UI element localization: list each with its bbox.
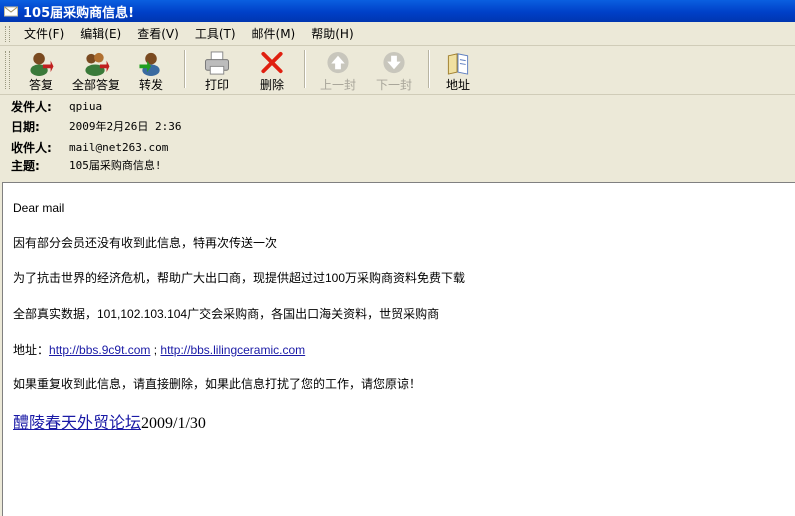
signature-date: 2009/1/30 <box>141 415 206 432</box>
header-date: 日期: 2009年2月26日 2:36 <box>11 118 181 134</box>
from-value[interactable]: qpiua <box>69 100 102 113</box>
delete-button[interactable]: 删除 <box>244 46 300 92</box>
menu-view[interactable]: 查看(V) <box>129 24 187 44</box>
address-line: 地址：http://bbs.9c9t.com ; http://bbs.lili… <box>13 341 305 358</box>
date-label: 日期: <box>11 119 40 134</box>
menu-edit[interactable]: 编辑(E) <box>72 24 129 44</box>
message-headers: 发件人: qpiua 日期: 2009年2月26日 2:36 收件人: mail… <box>0 95 795 180</box>
forward-icon <box>139 52 160 76</box>
envelope-icon <box>3 3 19 19</box>
menu-tools[interactable]: 工具(T) <box>187 24 244 44</box>
menu-bar: 文件(F) 编辑(E) 查看(V) 工具(T) 邮件(M) 帮助(H) <box>0 23 795 46</box>
to-label: 收件人: <box>11 140 52 155</box>
address-label: 地址： <box>13 343 50 357</box>
printer-icon <box>204 51 230 75</box>
previous-button[interactable]: 上一封 <box>310 46 366 92</box>
up-arrow-icon <box>327 51 349 74</box>
reply-icon <box>30 52 54 76</box>
address-book-icon <box>447 53 469 75</box>
date-value: 2009年2月26日 2:36 <box>69 120 182 133</box>
header-subject: 主题: 105届采购商信息! <box>11 157 162 173</box>
paragraph-2: 为了抗击世界的经济危机，帮助广大出口商，现提供超过过100万采购商资料免费下载 <box>13 271 466 285</box>
next-button[interactable]: 下一封 <box>366 46 422 92</box>
signature-link[interactable]: 醴陵春天外贸论坛 <box>13 415 141 432</box>
title-bar[interactable]: 105届采购商信息! <box>0 0 795 22</box>
toolbar-separator <box>304 50 306 88</box>
link-separator: ; <box>150 343 161 357</box>
header-from: 发件人: qpiua <box>11 98 102 114</box>
menu-help[interactable]: 帮助(H) <box>303 24 361 44</box>
toolbar: 答复 全部答复 转发 打印 删除 上一封 下一封 地址 <box>0 46 795 95</box>
subject-label: 主题: <box>11 158 40 173</box>
subject-value: 105届采购商信息! <box>69 159 162 172</box>
to-value[interactable]: mail@net263.com <box>69 141 168 154</box>
addresses-button[interactable]: 地址 <box>434 46 482 92</box>
down-arrow-icon <box>383 51 405 74</box>
signature-line: 醴陵春天外贸论坛2009/1/30 <box>13 409 206 433</box>
header-to: 收件人: mail@net263.com <box>11 139 168 155</box>
forward-button[interactable]: 转发 <box>126 46 176 92</box>
message-body[interactable]: Dear mail 因有部分会员还没有收到此信息，特再次传送一次 为了抗击世界的… <box>2 182 795 516</box>
from-label: 发件人: <box>11 99 52 114</box>
toolbar-separator <box>428 50 430 88</box>
toolbar-grip[interactable] <box>5 51 10 89</box>
delete-icon <box>261 51 283 74</box>
reply-all-button[interactable]: 全部答复 <box>66 46 126 92</box>
paragraph-5: 如果重复收到此信息，请直接删除，如果此信息打扰了您的工作，请您原谅！ <box>13 377 422 391</box>
greeting-text: Dear mail <box>13 201 65 215</box>
reply-button[interactable]: 答复 <box>16 46 66 92</box>
reply-all-icon <box>85 52 110 76</box>
paragraph-1: 因有部分会员还没有收到此信息，特再次传送一次 <box>13 236 278 250</box>
link-bbs-9c9t[interactable]: http://bbs.9c9t.com <box>49 343 150 357</box>
link-bbs-lilingceramic[interactable]: http://bbs.lilingceramic.com <box>160 343 305 357</box>
print-button[interactable]: 打印 <box>190 46 244 92</box>
menu-file[interactable]: 文件(F) <box>16 24 72 44</box>
window-title: 105届采购商信息! <box>23 5 135 21</box>
menu-grip[interactable] <box>5 26 10 42</box>
menu-message[interactable]: 邮件(M) <box>244 24 304 44</box>
toolbar-separator <box>184 50 186 88</box>
paragraph-3: 全部真实数据，101,102.103.104广交会采购商，各国出口海关资料，世贸… <box>13 307 440 321</box>
